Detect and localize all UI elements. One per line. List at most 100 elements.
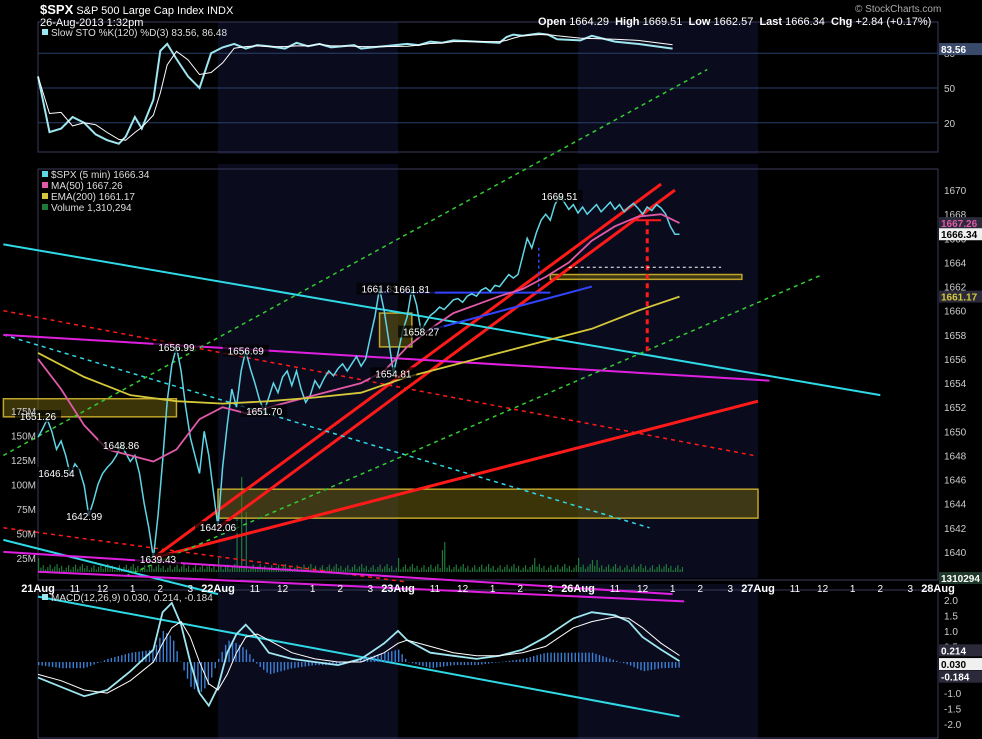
x-tick-label: 21Aug xyxy=(21,583,55,595)
macd-histogram-bar xyxy=(176,651,178,662)
volume-bar xyxy=(407,568,409,572)
volume-bar xyxy=(84,568,86,572)
macd-histogram-bar xyxy=(453,662,455,666)
x-tick-label: 3 xyxy=(548,584,554,595)
x-tick-label: 12 xyxy=(457,584,469,595)
macd-histogram-bar xyxy=(93,662,95,665)
x-tick-label: 12 xyxy=(97,584,109,595)
volume-bar xyxy=(402,567,404,572)
volume-bar xyxy=(162,565,164,572)
legend-swatch xyxy=(42,171,48,177)
macd-histogram-bar xyxy=(155,644,158,662)
panel-border xyxy=(37,589,939,739)
chg-label: Chg xyxy=(831,16,853,28)
volume-bar xyxy=(624,567,626,572)
y-tick-label: 1.0 xyxy=(944,627,958,638)
volume-bar xyxy=(545,570,547,572)
macd-histogram-bar xyxy=(657,662,660,669)
x-tick-label: 3 xyxy=(188,584,194,595)
volume-bar xyxy=(77,568,79,572)
macd-histogram-bar xyxy=(121,655,123,662)
macd-histogram-bar xyxy=(44,662,47,667)
macd-histogram-bar xyxy=(439,662,441,667)
volume-bar xyxy=(580,567,582,572)
volume-bar xyxy=(515,568,517,572)
low-label: Low xyxy=(688,16,711,28)
volume-bar xyxy=(474,565,476,572)
x-tick-label: 3 xyxy=(728,584,734,595)
macd-histogram-bar xyxy=(62,662,64,669)
volume-bar xyxy=(497,567,499,572)
volume-bar xyxy=(557,564,559,572)
volume-bar xyxy=(476,569,478,572)
macd-histogram-bar xyxy=(79,662,81,669)
volume-bar xyxy=(439,568,441,572)
macd-histogram-bar xyxy=(89,662,92,666)
macd-histogram-bar xyxy=(398,649,400,662)
volume-bar xyxy=(471,567,474,572)
volume-bar xyxy=(333,566,335,572)
volume-bar xyxy=(444,542,446,572)
volume-bar xyxy=(104,566,107,572)
volume-bar xyxy=(668,568,670,572)
macd-histogram-bar xyxy=(287,662,289,670)
volume-bar xyxy=(469,570,471,572)
volume-bar xyxy=(91,567,93,572)
macd-histogram-bar xyxy=(96,662,99,664)
volume-bar xyxy=(656,567,658,572)
x-tick-label: 1 xyxy=(850,584,856,595)
macd-histogram-bar xyxy=(536,655,538,662)
macd-histogram-bar xyxy=(114,657,116,662)
x-tick-label: 22Aug xyxy=(201,583,235,595)
volume-bar xyxy=(661,568,663,572)
macd-histogram-bar xyxy=(668,662,670,668)
session-shade xyxy=(578,584,758,739)
volume-bar xyxy=(199,567,201,572)
macd-histogram-bar xyxy=(591,652,594,662)
volume-tick-label: 125M xyxy=(11,456,36,467)
volume-bar xyxy=(354,564,356,572)
macd-histogram-bar xyxy=(242,647,244,662)
volume-bar xyxy=(644,565,647,572)
volume-bar xyxy=(679,569,681,572)
volume-bar xyxy=(589,564,591,572)
macd-histogram-bar xyxy=(640,662,642,671)
legend-entry: Volume 1,310,294 xyxy=(51,203,132,214)
volume-bar xyxy=(432,568,434,572)
volume-tick-label: 175M xyxy=(11,407,36,418)
macd-histogram-bar xyxy=(609,658,611,662)
macd-histogram-bar xyxy=(636,662,639,669)
macd-histogram-bar xyxy=(214,662,216,669)
volume-bar xyxy=(582,564,584,572)
macd-histogram-bar xyxy=(249,654,251,662)
volume-tick-label: 150M xyxy=(11,432,36,443)
volume-bar xyxy=(93,565,95,572)
macd-histogram-bar xyxy=(546,652,549,662)
price-label: 1642.99 xyxy=(66,512,103,523)
volume-bar xyxy=(54,566,56,572)
macd-histogram-bar xyxy=(283,662,286,671)
volume-bar xyxy=(527,569,529,572)
volume-bar xyxy=(455,564,457,572)
volume-bar xyxy=(169,565,171,572)
macd-histogram-bar xyxy=(616,660,618,662)
last-label: Last xyxy=(759,16,783,28)
volume-bar xyxy=(672,570,674,572)
macd-histogram-bar xyxy=(415,662,417,665)
macd-histogram-bar xyxy=(183,662,185,671)
last-value: 1666.34 xyxy=(785,16,825,28)
volume-bar xyxy=(626,565,628,572)
x-tick-label: 12 xyxy=(817,584,829,595)
macd-histogram-bar xyxy=(51,662,54,667)
y-tick-label: -2.0 xyxy=(944,720,962,731)
volume-bar xyxy=(160,568,162,572)
volume-bar xyxy=(164,570,167,572)
macd-histogram-bar xyxy=(626,662,628,665)
macd-histogram-bar xyxy=(134,652,137,662)
price-label: 1654.81 xyxy=(375,369,412,380)
macd-histogram-bar xyxy=(619,662,621,663)
macd-histogram-bar xyxy=(103,660,106,662)
volume-bar xyxy=(132,564,134,572)
macd-histogram-bar xyxy=(425,662,428,667)
volume-bar xyxy=(137,565,139,572)
